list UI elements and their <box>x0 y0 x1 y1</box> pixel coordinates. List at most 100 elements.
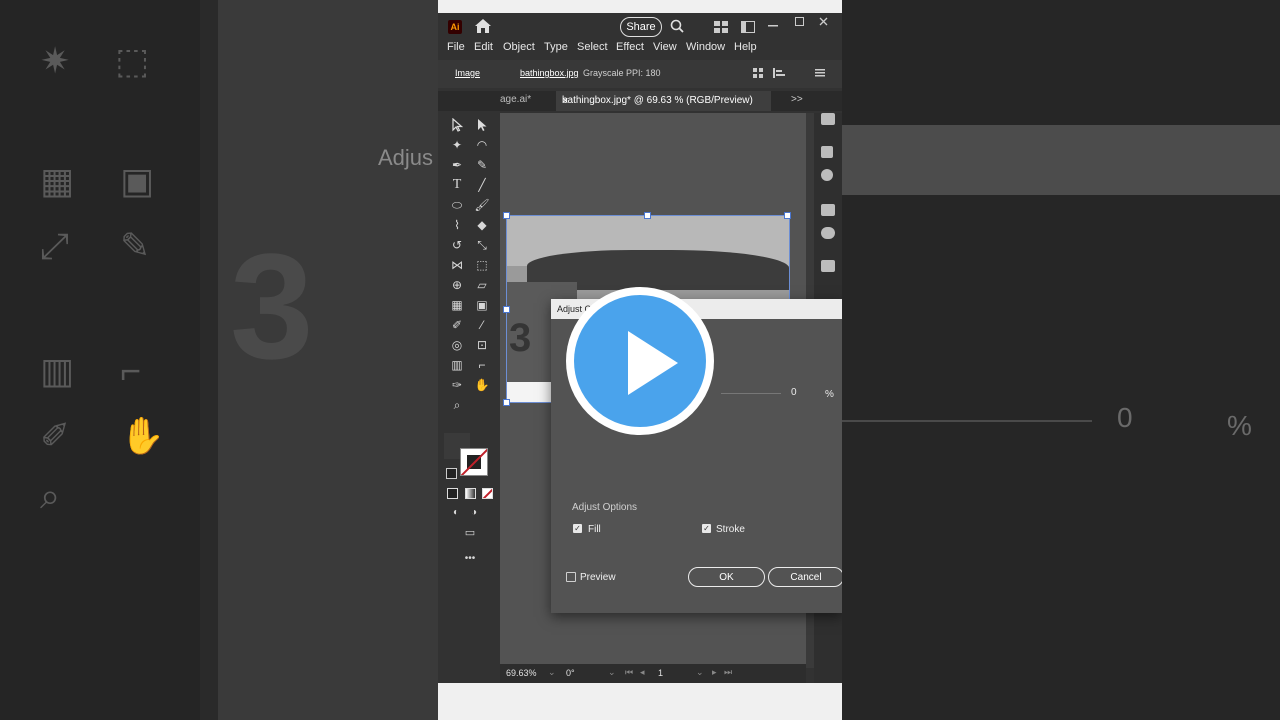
artboard-tool-icon[interactable]: ⌐ <box>473 356 491 374</box>
stroke-checkbox[interactable]: ✓ <box>702 524 711 533</box>
type-tool-icon[interactable]: T <box>448 176 466 194</box>
curvature-tool-icon[interactable]: ✎ <box>473 156 491 174</box>
rotate-tool-icon[interactable]: ↺ <box>448 236 466 254</box>
bounding-handle[interactable] <box>784 212 791 219</box>
column-graph-tool-icon[interactable]: ▥ <box>448 356 466 374</box>
measure-tool-icon[interactable]: ⁄ <box>473 316 491 334</box>
bounding-handle[interactable] <box>503 399 510 406</box>
color-value-field[interactable]: 0 <box>791 387 797 398</box>
maximize-icon[interactable] <box>795 17 804 26</box>
panel-menu-icon[interactable] <box>815 69 825 77</box>
artboard-dropdown-icon[interactable]: ⌄ <box>696 667 704 678</box>
stroke-checkbox-label[interactable]: Stroke <box>716 524 745 535</box>
pen-tool-icon[interactable]: ✒ <box>448 156 466 174</box>
zoom-dropdown-icon[interactable]: ⌄ <box>548 667 556 678</box>
properties-panel-icon[interactable] <box>821 113 835 125</box>
fill-checkbox-label[interactable]: Fill <box>588 524 601 535</box>
prev-artboard-icon[interactable]: ◂ <box>640 667 645 678</box>
libraries-panel-icon[interactable] <box>821 146 833 158</box>
default-colors-icon[interactable] <box>446 468 457 479</box>
edit-toolbar-icon[interactable]: ••• <box>461 549 479 567</box>
minimize-icon[interactable] <box>768 25 778 27</box>
menu-edit[interactable]: Edit <box>474 41 493 53</box>
arrange-documents-icon[interactable] <box>714 21 728 33</box>
draw-mode-icon[interactable]: ◐ <box>447 503 465 521</box>
tab-bathingbox[interactable]: bathingbox.jpg* @ 69.63 % (RGB/Preview) … <box>556 91 771 111</box>
bounding-handle[interactable] <box>503 212 510 219</box>
symbol-sprayer-tool-icon[interactable]: ⊡ <box>473 336 491 354</box>
play-icon <box>628 331 678 395</box>
gradient-tool-icon[interactable]: ▣ <box>473 296 491 314</box>
first-artboard-icon[interactable]: ⏮ <box>625 667 633 678</box>
appearance-panel-icon[interactable] <box>821 227 835 239</box>
stroke-swatch-icon[interactable] <box>460 448 488 476</box>
play-button[interactable] <box>566 287 714 435</box>
color-slider[interactable] <box>721 393 781 394</box>
color-mode-icon[interactable] <box>447 488 458 499</box>
line-tool-icon[interactable]: ╱ <box>473 176 491 194</box>
title-bar: Ai Share <box>438 13 842 39</box>
gradient-panel-icon[interactable] <box>821 204 835 216</box>
menu-window[interactable]: Window <box>686 41 725 53</box>
last-artboard-icon[interactable]: ⏭ <box>724 667 732 678</box>
symbols-panel-icon[interactable] <box>821 169 833 181</box>
menu-select[interactable]: Select <box>577 41 608 53</box>
eyedropper-tool-icon[interactable]: ✐ <box>448 316 466 334</box>
tab-close-icon[interactable]: × <box>562 95 568 107</box>
menu-view[interactable]: View <box>653 41 677 53</box>
shape-builder-tool-icon[interactable]: ⊕ <box>448 276 466 294</box>
menu-object[interactable]: Object <box>503 41 535 53</box>
zoom-level[interactable]: 69.63% <box>506 668 537 678</box>
align-icon[interactable] <box>753 68 763 78</box>
preview-checkbox-label[interactable]: Preview <box>580 572 616 583</box>
scale-tool-icon[interactable]: ⤡ <box>473 236 491 254</box>
preview-checkbox[interactable] <box>566 572 576 582</box>
width-tool-icon[interactable]: ⋈ <box>448 256 466 274</box>
bounding-handle[interactable] <box>644 212 651 219</box>
tab-other-document[interactable]: age.ai* <box>500 94 531 105</box>
slice-tool-icon[interactable]: ✑ <box>448 376 466 394</box>
search-icon[interactable] <box>670 19 684 33</box>
mesh-tool-icon[interactable]: ▦ <box>448 296 466 314</box>
rotation-value[interactable]: 0° <box>566 668 575 678</box>
draw-behind-icon[interactable]: ◑ <box>465 503 483 521</box>
paintbrush-tool-icon[interactable]: 🖌 <box>473 196 491 214</box>
gradient-mode-icon[interactable] <box>465 488 476 499</box>
menu-type[interactable]: Type <box>544 41 568 53</box>
next-artboard-icon[interactable]: ▸ <box>712 667 717 678</box>
cancel-button[interactable]: Cancel <box>768 567 842 587</box>
direct-selection-tool-icon[interactable] <box>473 116 491 134</box>
lasso-tool-icon[interactable]: ◠ <box>473 136 491 154</box>
zoom-tool-icon[interactable]: ⌕ <box>448 396 466 414</box>
selection-tool-icon[interactable] <box>448 116 466 134</box>
menu-effect[interactable]: Effect <box>616 41 644 53</box>
screen-mode-icon[interactable]: ▭ <box>461 523 479 541</box>
rotation-dropdown-icon[interactable]: ⌄ <box>608 667 616 678</box>
ok-button[interactable]: OK <box>688 567 765 587</box>
object-type-link[interactable]: Image <box>455 68 480 78</box>
menu-help[interactable]: Help <box>734 41 757 53</box>
share-button[interactable]: Share <box>620 17 662 37</box>
fill-checkbox[interactable]: ✓ <box>573 524 582 533</box>
bounding-handle[interactable] <box>503 306 510 313</box>
close-window-icon[interactable] <box>819 17 828 26</box>
more-tabs-icon[interactable]: >> <box>791 94 803 105</box>
magic-wand-tool-icon[interactable]: ✦ <box>448 136 466 154</box>
blend-tool-icon[interactable]: ◎ <box>448 336 466 354</box>
ellipse-tool-icon[interactable]: ⬭ <box>448 196 466 214</box>
none-mode-icon[interactable] <box>482 488 493 499</box>
free-transform-tool-icon[interactable]: ⬚ <box>473 256 491 274</box>
menu-file[interactable]: File <box>447 41 465 53</box>
artboard-number[interactable]: 1 <box>658 668 663 678</box>
layers-panel-icon[interactable] <box>821 260 835 272</box>
hand-tool-icon[interactable]: ✋ <box>473 376 491 394</box>
transform-icon[interactable] <box>773 68 787 78</box>
shaper-tool-icon[interactable]: ⌇ <box>448 216 466 234</box>
ppi-label: PPI: 180 <box>626 68 661 78</box>
linked-file-link[interactable]: bathingbox.jpg <box>520 68 579 78</box>
workspace-icon[interactable] <box>741 21 755 33</box>
tab-active-label: bathingbox.jpg* @ 69.63 % (RGB/Preview) <box>562 95 753 106</box>
perspective-grid-tool-icon[interactable]: ▱ <box>473 276 491 294</box>
eraser-tool-icon[interactable]: ◆ <box>473 216 491 234</box>
home-icon[interactable] <box>474 18 492 34</box>
